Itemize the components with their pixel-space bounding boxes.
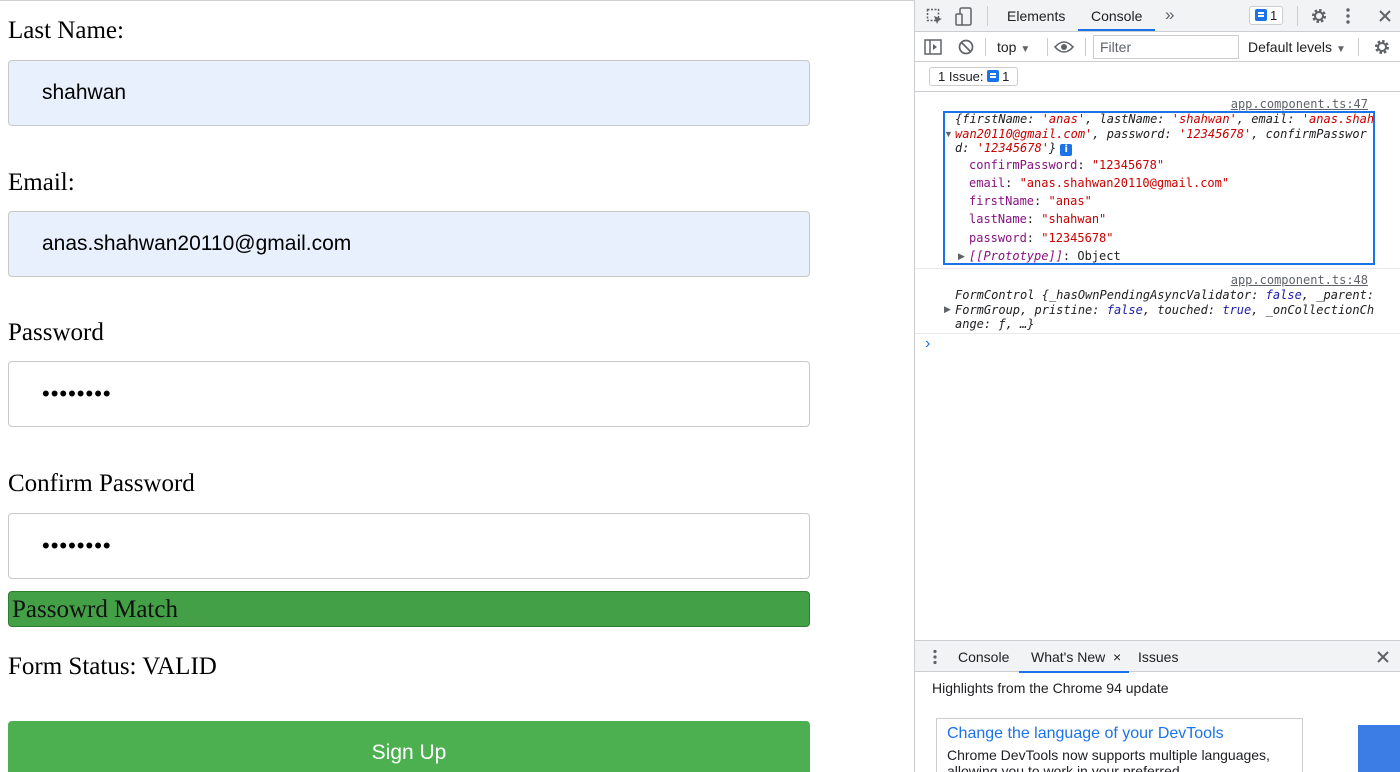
drawer-tab-console[interactable]: Console: [958, 649, 1009, 665]
gear-icon[interactable]: [1310, 7, 1328, 25]
issues-badge-count: 1: [1270, 8, 1278, 23]
clear-console-icon[interactable]: [958, 39, 974, 55]
object-property: password: "12345678": [969, 231, 1114, 245]
password-match-message: Passowrd Match: [8, 591, 810, 627]
dropdown-arrow-icon: ▼: [1020, 44, 1031, 55]
preview-text: , email:: [1236, 112, 1302, 126]
log-source-link[interactable]: app.component.ts:48: [1231, 273, 1368, 287]
preview-text: }: [1048, 141, 1057, 155]
whats-new-card[interactable]: Change the language of your DevTools Chr…: [936, 718, 1303, 772]
object-property: lastName: "shahwan": [969, 212, 1107, 226]
prototype-property[interactable]: [[Prototype]]: Object: [969, 249, 1121, 263]
issues-bar: 1 Issue: 1: [915, 62, 1400, 92]
preview-text: , lastName:: [1085, 112, 1172, 126]
last-name-input[interactable]: shahwan: [8, 60, 810, 126]
preview-string: '12345678': [976, 141, 1049, 155]
sidebar-toggle-icon[interactable]: [924, 39, 942, 55]
issues-button-count: 1: [1002, 69, 1010, 84]
kebab-menu-icon[interactable]: [1345, 7, 1351, 25]
email-input[interactable]: anas.shahwan20110@gmail.com: [8, 211, 810, 277]
object-property: email: "anas.shahwan20110@gmail.com": [969, 176, 1230, 190]
object-property: confirmPassword: "12345678": [969, 158, 1165, 172]
card-title[interactable]: Change the language of your DevTools: [947, 725, 1292, 743]
eye-icon[interactable]: [1054, 40, 1074, 54]
drawer-tab-issues[interactable]: Issues: [1138, 649, 1178, 665]
form-status: Form Status: VALID: [8, 653, 217, 680]
console-settings-icon[interactable]: [1373, 38, 1391, 56]
close-tab-icon[interactable]: ×: [1113, 649, 1121, 665]
collapsed-arrow-icon[interactable]: ▶: [944, 304, 951, 315]
preview-string: 'shahwan': [1171, 112, 1237, 126]
formcontrol-preview[interactable]: FormControl {_hasOwnPendingAsyncValidato…: [955, 288, 1375, 332]
whats-new-heading: Highlights from the Chrome 94 update: [932, 680, 1169, 696]
devtools-main-toolbar: Elements Console » 1: [915, 0, 1400, 32]
filter-input[interactable]: Filter: [1093, 35, 1239, 59]
tab-elements[interactable]: Elements: [1007, 8, 1065, 24]
toolbar-separator: [1047, 38, 1048, 56]
toolbar-separator: [1358, 38, 1359, 56]
console-prompt-icon[interactable]: ›: [925, 335, 930, 353]
toolbar-separator: [987, 6, 988, 26]
preview-text: {firstName:: [955, 112, 1042, 126]
message-icon: [987, 70, 1000, 82]
active-drawer-tab-indicator: [1019, 671, 1129, 673]
password-label: Password: [8, 319, 104, 346]
issues-button-label: 1 Issue:: [938, 69, 984, 84]
log-divider: [915, 333, 1400, 334]
log-source-link[interactable]: app.component.ts:47: [1231, 97, 1368, 111]
object-property: firstName: "anas": [969, 194, 1092, 208]
sign-up-button[interactable]: Sign Up: [8, 721, 810, 772]
expanded-arrow-icon[interactable]: ▼: [944, 129, 953, 139]
issues-button[interactable]: 1 Issue: 1: [929, 67, 1019, 86]
message-icon: [1255, 9, 1267, 21]
issues-badge[interactable]: 1: [1249, 6, 1284, 25]
toolbar-separator: [1085, 38, 1086, 56]
device-toolbar-icon[interactable]: [955, 7, 973, 27]
drawer-menu-icon[interactable]: [932, 649, 938, 665]
tab-console[interactable]: Console: [1091, 8, 1142, 24]
confirm-password-input[interactable]: ••••••••: [8, 513, 810, 579]
object-preview[interactable]: {firstName: 'anas', lastName: 'shahwan',…: [955, 112, 1375, 156]
preview-string: '12345678': [1178, 126, 1252, 141]
password-input[interactable]: ••••••••: [8, 361, 810, 427]
collapsed-arrow-icon[interactable]: ▶: [958, 251, 965, 262]
log-divider: [915, 268, 1400, 269]
preview-string: 'anas': [1041, 112, 1086, 126]
app-page: Last Name: shahwan Email: anas.shahwan20…: [0, 0, 914, 772]
log-levels-dropdown[interactable]: Default levels ▼: [1248, 39, 1346, 55]
close-drawer-icon[interactable]: [1376, 650, 1390, 664]
context-selector[interactable]: top ▼: [997, 39, 1030, 55]
confirm-password-label: Confirm Password: [8, 470, 195, 497]
devtools-panel: Elements Console » 1 top ▼ Default level…: [914, 0, 1400, 772]
preview-text: , password:: [1092, 126, 1179, 141]
drawer-tab-whats-new[interactable]: What's New: [1031, 649, 1105, 665]
toolbar-separator: [985, 38, 986, 56]
email-label: Email:: [8, 169, 75, 196]
info-icon[interactable]: i: [1060, 144, 1073, 156]
card-thumbnail-image: [1358, 725, 1400, 772]
drawer-toolbar: Console What's New × Issues: [915, 640, 1400, 673]
log-levels-value: Default levels: [1248, 39, 1333, 55]
card-body: Chrome DevTools now supports multiple la…: [947, 747, 1270, 772]
dropdown-arrow-icon: ▼: [1335, 44, 1346, 55]
last-name-label: Last Name:: [8, 17, 124, 44]
context-value: top: [997, 39, 1017, 55]
toolbar-separator: [1297, 6, 1298, 26]
inspect-element-icon[interactable]: [926, 8, 944, 26]
more-tabs-icon[interactable]: »: [1165, 5, 1174, 25]
close-icon[interactable]: [1378, 9, 1392, 23]
active-tab-indicator: [1078, 29, 1155, 31]
